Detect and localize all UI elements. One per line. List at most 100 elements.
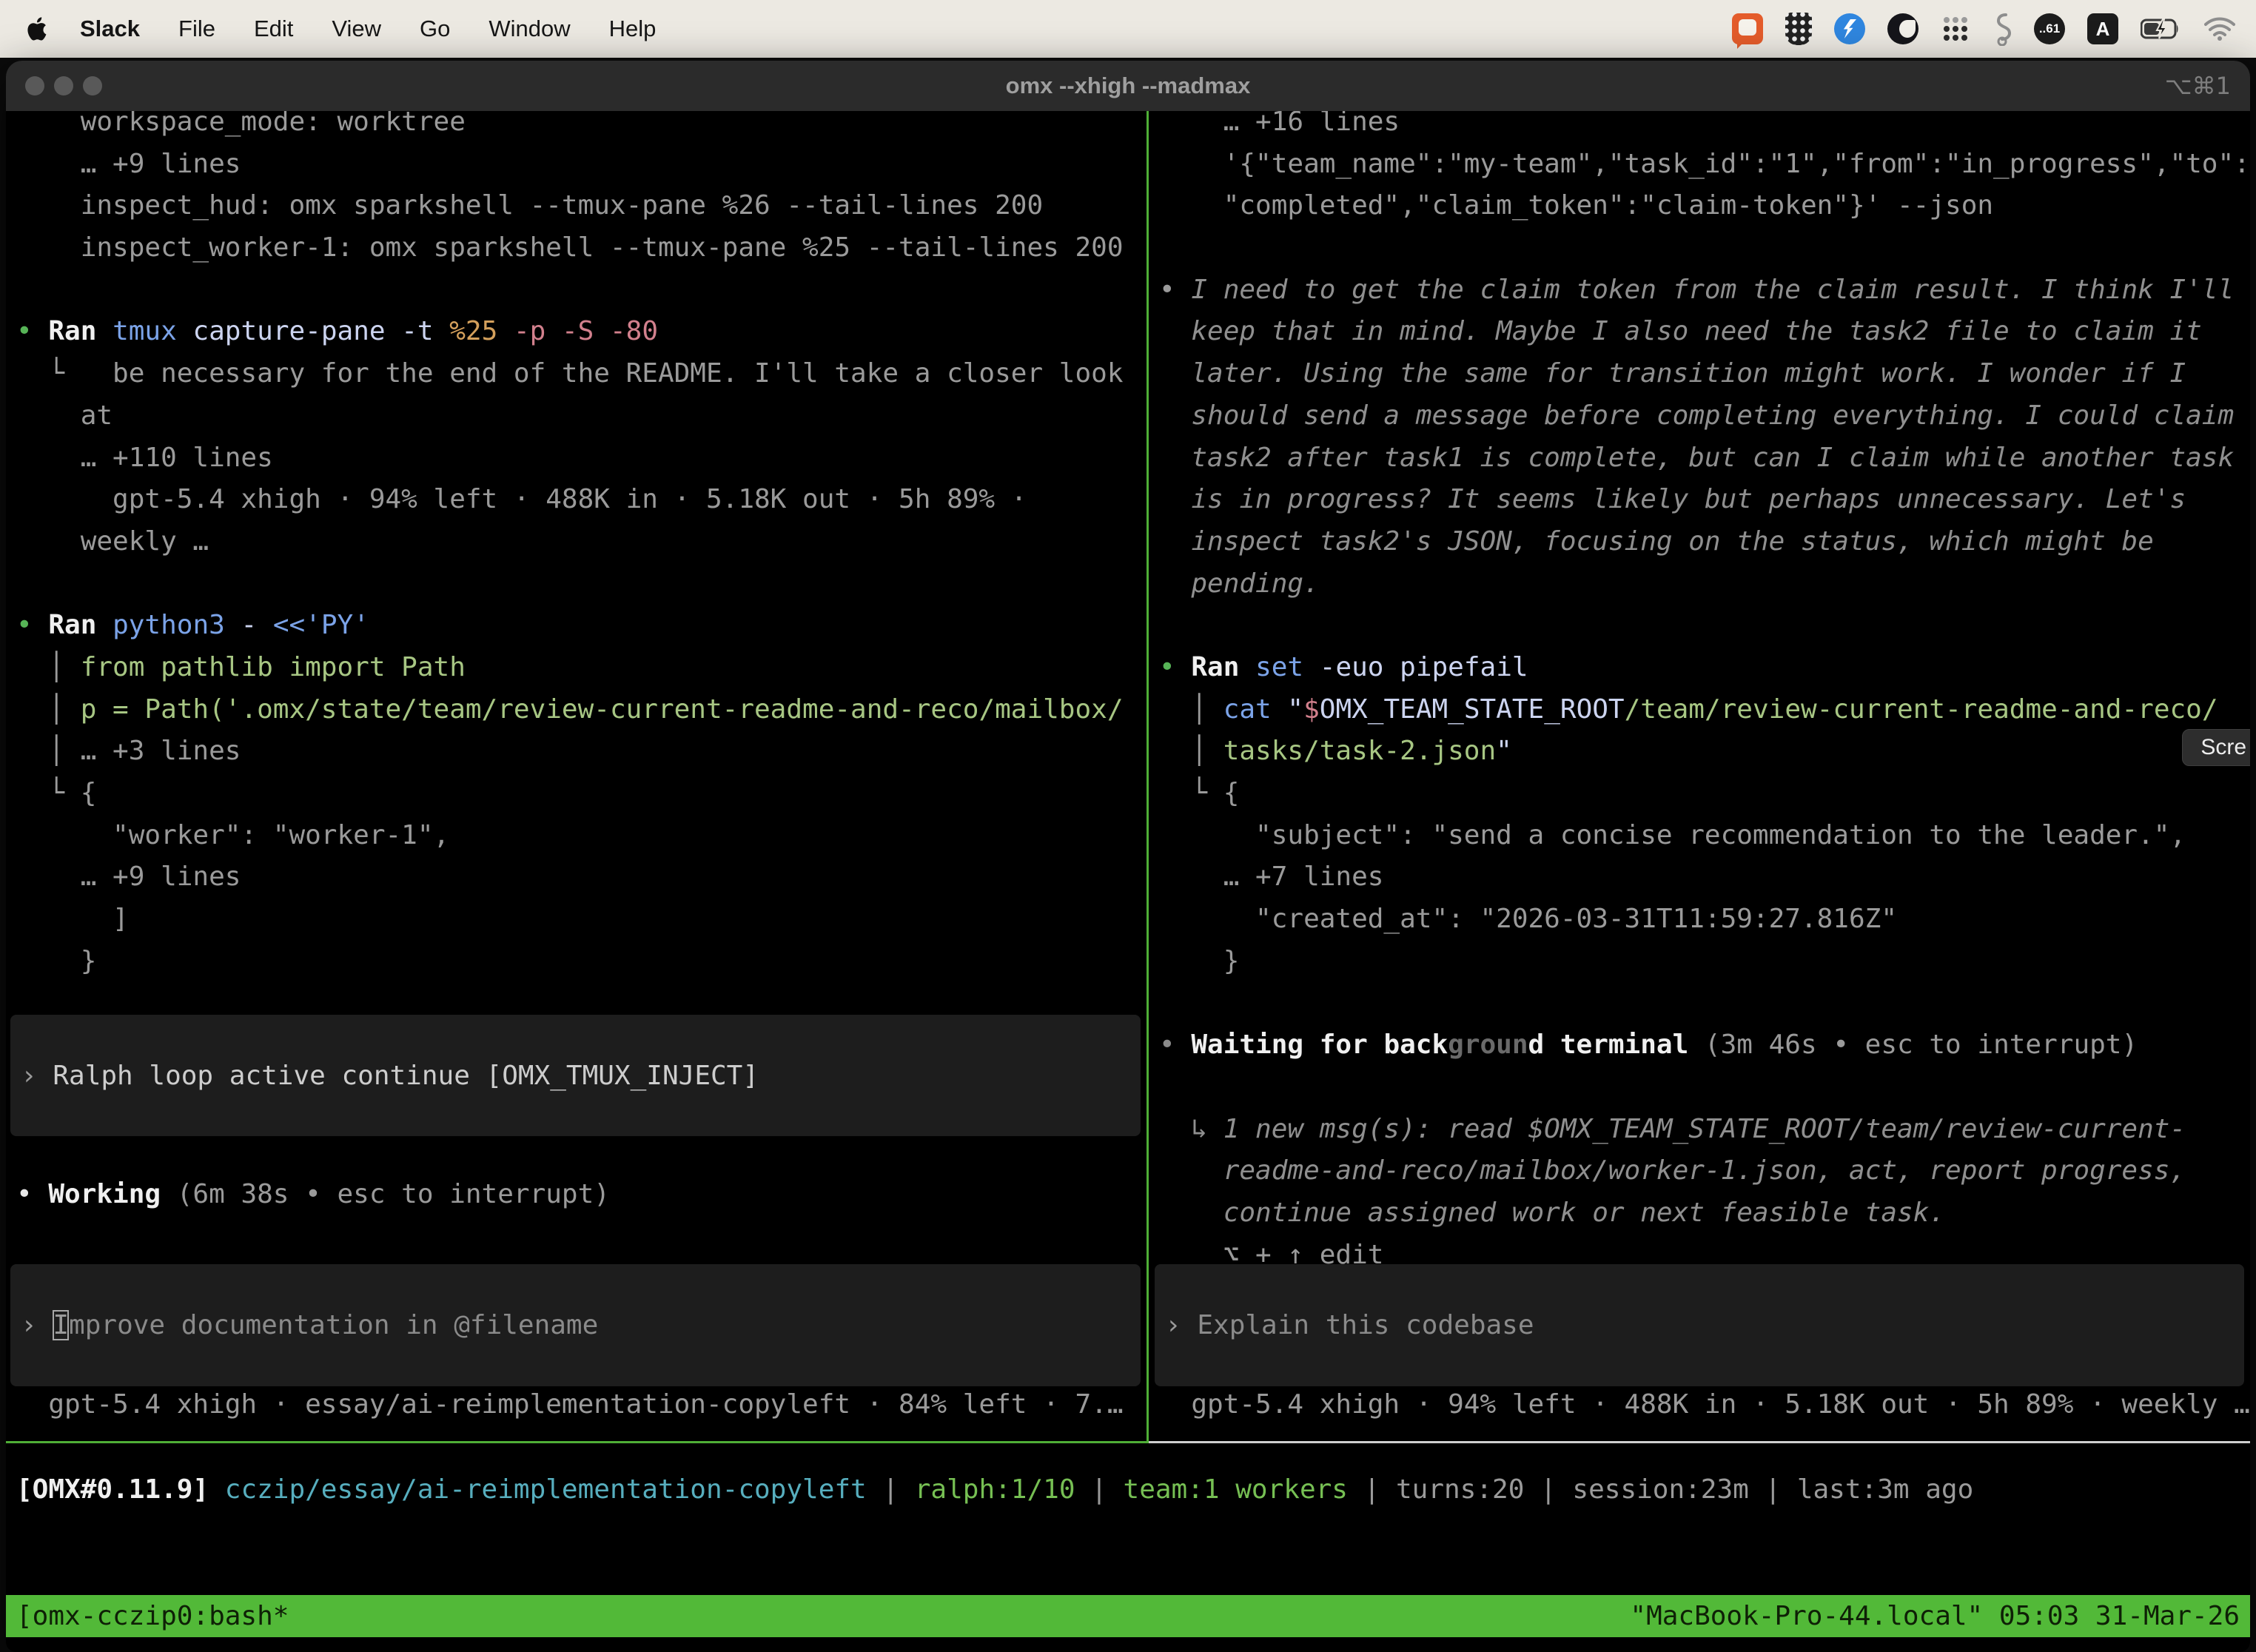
- menu-app-name[interactable]: Slack: [80, 16, 140, 42]
- grid-shield-icon[interactable]: [1785, 13, 1812, 45]
- omx-hud-status-line: [OMX#0.11.9] cczip/essay/ai-reimplementa…: [16, 1474, 1973, 1505]
- close-button[interactable]: [25, 76, 44, 95]
- pane-divider[interactable]: [1147, 111, 1149, 1443]
- terminal-line: … +9 lines: [16, 856, 1147, 899]
- right-pane-output: … +16 lines '{"team_name":"my-team","tas…: [1159, 111, 2250, 1276]
- terminal-line: later. Using the same for transition mig…: [1159, 353, 2250, 395]
- terminal-line: … +9 lines: [16, 144, 1147, 186]
- chat-app-status-icon[interactable]: [1732, 13, 1763, 45]
- menu-bar: Slack File Edit View Go Window Help ..61…: [0, 0, 2256, 58]
- terminal-line: keep that in mind. Maybe I also need the…: [1159, 311, 2250, 353]
- menu-item-edit[interactable]: Edit: [254, 16, 293, 42]
- count-badge-icon[interactable]: ..61: [2034, 13, 2065, 45]
- prompt-chevron: ›: [21, 1061, 53, 1091]
- terminal-line: readme-and-reco/mailbox/worker-1.json, a…: [1159, 1150, 2250, 1192]
- terminal-line: '{"team_name":"my-team","task_id":"1","f…: [1159, 144, 2250, 186]
- traffic-lights: [25, 61, 102, 111]
- terminal-line: └ {: [1159, 773, 2250, 815]
- terminal-line: └ be necessary for the end of the README…: [16, 353, 1147, 395]
- terminal-line: [1159, 605, 2250, 647]
- terminal-window: omx --xhigh --madmax ⌥⌘1 workspace_mode:…: [6, 61, 2250, 1652]
- terminal-line: ↳ 1 new msg(s): read $OMX_TEAM_STATE_ROO…: [1159, 1109, 2250, 1151]
- right-model-status-line: gpt-5.4 xhigh · 94% left · 488K in · 5.1…: [1159, 1389, 2250, 1420]
- terminal-line: … +16 lines: [1159, 111, 2250, 144]
- crescent-app-icon[interactable]: [1887, 13, 1918, 45]
- menu-item-file[interactable]: File: [178, 16, 215, 42]
- terminal-line: should send a message before completing …: [1159, 395, 2250, 437]
- terminal-line: [1159, 227, 2250, 269]
- terminal-line: gpt-5.4 xhigh · 94% left · 488K in · 5.1…: [16, 479, 1147, 521]
- terminal-line: │ … +3 lines: [16, 731, 1147, 773]
- terminal-line: inspect task2's JSON, focusing on the st…: [1159, 521, 2250, 563]
- terminal-line: • Ran set -euo pipefail: [1159, 647, 2250, 689]
- left-agent-pane[interactable]: workspace_mode: worktree … +9 lines insp…: [6, 111, 1147, 1443]
- apple-logo: [27, 16, 49, 42]
- prompt-chevron: ›: [21, 1310, 53, 1340]
- terminal-line: [16, 563, 1147, 605]
- terminal-line: }: [16, 941, 1147, 983]
- terminal-line: • Waiting for background terminal (3m 46…: [1159, 1024, 2250, 1067]
- inject-message-box[interactable]: › Ralph loop active continue [OMX_TMUX_I…: [10, 1015, 1141, 1136]
- screen-tooltip: Scre: [2182, 729, 2250, 766]
- terminal-line: [16, 269, 1147, 312]
- terminal-line: └ {: [16, 773, 1147, 815]
- blue-bolt-badge-icon[interactable]: [1834, 13, 1865, 45]
- tmux-host-clock: "MacBook-Pro-44.local" 05:03 31-Mar-26: [1630, 1601, 2240, 1631]
- inject-message-text: Ralph loop active continue [OMX_TMUX_INJ…: [53, 1061, 759, 1091]
- battery-icon[interactable]: [2141, 13, 2182, 45]
- left-model-status-line: gpt-5.4 xhigh · essay/ai-reimplementatio…: [16, 1389, 1147, 1420]
- terminal-line: task2 after task1 is complete, but can I…: [1159, 437, 2250, 480]
- terminal-line: │ p = Path('.omx/state/team/review-curre…: [16, 689, 1147, 731]
- tmux-session-window[interactable]: [omx-cczip0:bash*: [16, 1601, 289, 1631]
- terminal-line: "created_at": "2026-03-31T11:59:27.816Z": [1159, 899, 2250, 941]
- text-cursor: I: [53, 1310, 69, 1340]
- window-shortcut: ⌥⌘1: [2165, 61, 2231, 111]
- terminal-line: • I need to get the claim token from the…: [1159, 269, 2250, 312]
- terminal-line: │ cat "$OMX_TEAM_STATE_ROOT/team/review-…: [1159, 689, 2250, 731]
- menu-item-help[interactable]: Help: [609, 16, 657, 42]
- zoom-button[interactable]: [83, 76, 102, 95]
- terminal-line: … +110 lines: [16, 437, 1147, 480]
- right-input-box[interactable]: › Explain this codebase: [1155, 1264, 2244, 1386]
- terminal-line: [1159, 982, 2250, 1024]
- menu-item-window[interactable]: Window: [489, 16, 570, 42]
- minimize-button[interactable]: [54, 76, 73, 95]
- prompt-chevron: ›: [1165, 1310, 1197, 1340]
- terminal-line: }: [1159, 941, 2250, 983]
- terminal-line: [1159, 1067, 2250, 1109]
- right-agent-pane[interactable]: … +16 lines '{"team_name":"my-team","tas…: [1149, 111, 2250, 1443]
- menu-item-go[interactable]: Go: [420, 16, 450, 42]
- left-pane-bottom-border: [6, 1441, 1149, 1443]
- wifi-icon[interactable]: [2204, 13, 2235, 45]
- terminal-line: weekly …: [16, 521, 1147, 563]
- working-status-row: • Working (6m 38s • esc to interrupt): [16, 1179, 610, 1209]
- terminal-line: │ tasks/task-2.json": [1159, 731, 2250, 773]
- window-title: omx --xhigh --madmax: [6, 73, 2250, 99]
- terminal-line: "subject": "send a concise recommendatio…: [1159, 815, 2250, 857]
- right-pane-bottom-border: [1149, 1441, 2250, 1443]
- terminal-line: "completed","claim_token":"claim-token"}…: [1159, 185, 2250, 227]
- terminal-line: • Ran python3 - <<'PY': [16, 605, 1147, 647]
- dots-grid-icon[interactable]: [1941, 13, 1970, 45]
- terminal-line: workspace_mode: worktree: [16, 111, 1147, 144]
- terminal-line: pending.: [1159, 563, 2250, 605]
- terminal-line: "worker": "worker-1",: [16, 815, 1147, 857]
- terminal-content: workspace_mode: worktree … +9 lines insp…: [6, 111, 2250, 1652]
- terminal-line: inspect_hud: omx sparkshell --tmux-pane …: [16, 185, 1147, 227]
- squiggle-icon[interactable]: [1993, 13, 2012, 45]
- input-placeholder: Explain this codebase: [1197, 1310, 1534, 1340]
- window-title-bar[interactable]: omx --xhigh --madmax ⌥⌘1: [6, 61, 2250, 111]
- terminal-line: continue assigned work or next feasible …: [1159, 1192, 2250, 1235]
- terminal-line: ]: [16, 899, 1147, 941]
- apple-menu-icon[interactable]: [21, 16, 55, 42]
- terminal-line: inspect_worker-1: omx sparkshell --tmux-…: [16, 227, 1147, 269]
- tmux-status-bar: [omx-cczip0:bash* "MacBook-Pro-44.local"…: [6, 1595, 2250, 1637]
- keyboard-layout-icon[interactable]: A: [2087, 13, 2118, 45]
- menubar-status-icons: ..61 A: [1732, 13, 2235, 45]
- terminal-line: • Ran tmux capture-pane -t %25 -p -S -80: [16, 311, 1147, 353]
- terminal-line: … +7 lines: [1159, 856, 2250, 899]
- left-input-box[interactable]: › Improve documentation in @filename: [10, 1264, 1141, 1386]
- terminal-line: at: [16, 395, 1147, 437]
- input-placeholder: mprove documentation in @filename: [69, 1310, 598, 1340]
- menu-item-view[interactable]: View: [332, 16, 381, 42]
